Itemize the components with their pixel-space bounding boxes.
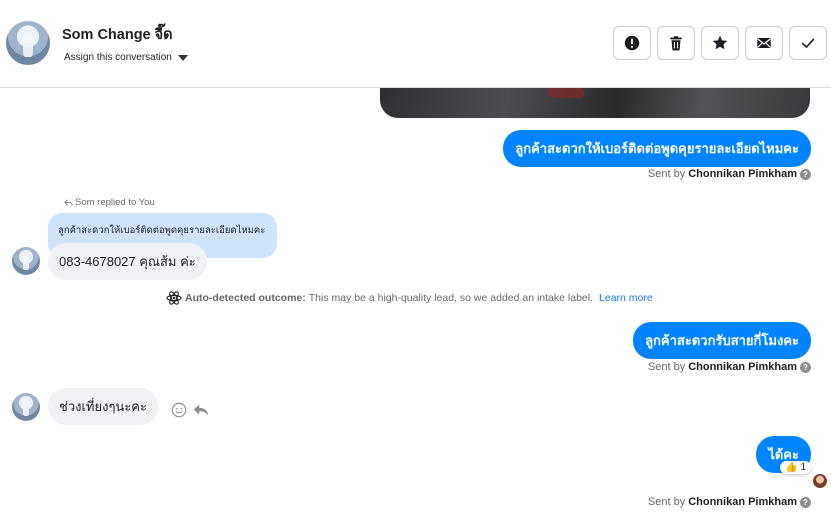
message-thread[interactable]: ลูกค้าสะดวกให้เบอร์ติดต่อพูดคุยรายละเอีย… bbox=[0, 88, 831, 530]
sent-by-prefix: Sent by bbox=[647, 168, 686, 180]
caret-down-icon bbox=[177, 54, 188, 61]
sender-name: Chonnikan Pimkham bbox=[688, 168, 797, 180]
incoming-message-bubble[interactable]: ช่วงเที่ยงๆนะคะ bbox=[48, 388, 158, 425]
mark-done-button[interactable] bbox=[789, 26, 827, 60]
incoming-message-bubble[interactable]: 083-4678027 คุณส้ม ค่ะ bbox=[48, 243, 207, 280]
contact-avatar[interactable] bbox=[12, 247, 40, 275]
message-reaction[interactable]: 👍 1 bbox=[779, 461, 811, 474]
sent-by-prefix: Sent by bbox=[647, 361, 686, 373]
emoji-react-icon[interactable] bbox=[170, 401, 188, 419]
sender-name: Chonnikan Pimkham bbox=[688, 361, 797, 373]
sent-by-prefix: Sent by bbox=[647, 496, 686, 508]
assign-conversation-dropdown[interactable]: Assign this conversation bbox=[64, 52, 188, 63]
help-icon[interactable]: ? bbox=[800, 361, 811, 373]
auto-detected-outcome-notice: Auto-detected outcome: This may be a hig… bbox=[166, 290, 653, 306]
sent-by-info: Sent by Chonnikan Pimkham ? bbox=[648, 361, 811, 373]
delete-button[interactable] bbox=[657, 26, 695, 60]
seen-by-avatar bbox=[813, 474, 827, 488]
contact-avatar[interactable] bbox=[12, 393, 40, 421]
outcome-label: Auto-detected outcome: bbox=[185, 292, 306, 304]
trash-icon bbox=[670, 36, 682, 51]
help-icon[interactable]: ? bbox=[800, 168, 811, 180]
report-spam-button[interactable] bbox=[613, 26, 651, 60]
reaction-count: 1 bbox=[800, 462, 806, 473]
star-icon bbox=[712, 35, 728, 50]
learn-more-link[interactable]: Learn more bbox=[599, 292, 653, 304]
checkmark-icon bbox=[801, 38, 815, 48]
conversation-toolbar bbox=[613, 26, 827, 60]
sent-by-info: Sent by Chonnikan Pimkham ? bbox=[648, 496, 811, 508]
sender-name: Chonnikan Pimkham bbox=[688, 496, 797, 508]
contact-avatar[interactable] bbox=[6, 21, 50, 65]
help-icon[interactable]: ? bbox=[800, 496, 811, 508]
outcome-text: This may be a high-quality lead, so we a… bbox=[308, 292, 594, 304]
shared-image-attachment[interactable] bbox=[380, 88, 810, 118]
message-actions bbox=[170, 401, 210, 419]
replied-to-label: Som replied to You bbox=[75, 197, 155, 208]
reply-icon[interactable] bbox=[192, 401, 210, 419]
sent-by-info: Sent by Chonnikan Pimkham ? bbox=[648, 168, 811, 180]
reply-arrow-icon bbox=[64, 199, 73, 206]
contact-name[interactable]: Som Change จี๊ด bbox=[62, 23, 173, 46]
outgoing-message-bubble[interactable]: ลูกค้าสะดวกให้เบอร์ติดต่อพูดคุยรายละเอีย… bbox=[503, 130, 811, 167]
replied-to-tag: Som replied to You bbox=[64, 197, 155, 208]
conversation-header: Som Change จี๊ด Assign this conversation bbox=[0, 0, 831, 88]
exclamation-circle-icon bbox=[624, 35, 640, 51]
thumbs-up-icon: 👍 bbox=[784, 462, 798, 473]
envelope-icon bbox=[757, 38, 771, 48]
mark-unread-button[interactable] bbox=[745, 26, 783, 60]
outgoing-message-bubble[interactable]: ลูกค้าสะดวกรับสายกี่โมงคะ bbox=[633, 322, 811, 359]
atom-icon bbox=[166, 291, 182, 305]
star-button[interactable] bbox=[701, 26, 739, 60]
assign-label: Assign this conversation bbox=[64, 52, 172, 63]
